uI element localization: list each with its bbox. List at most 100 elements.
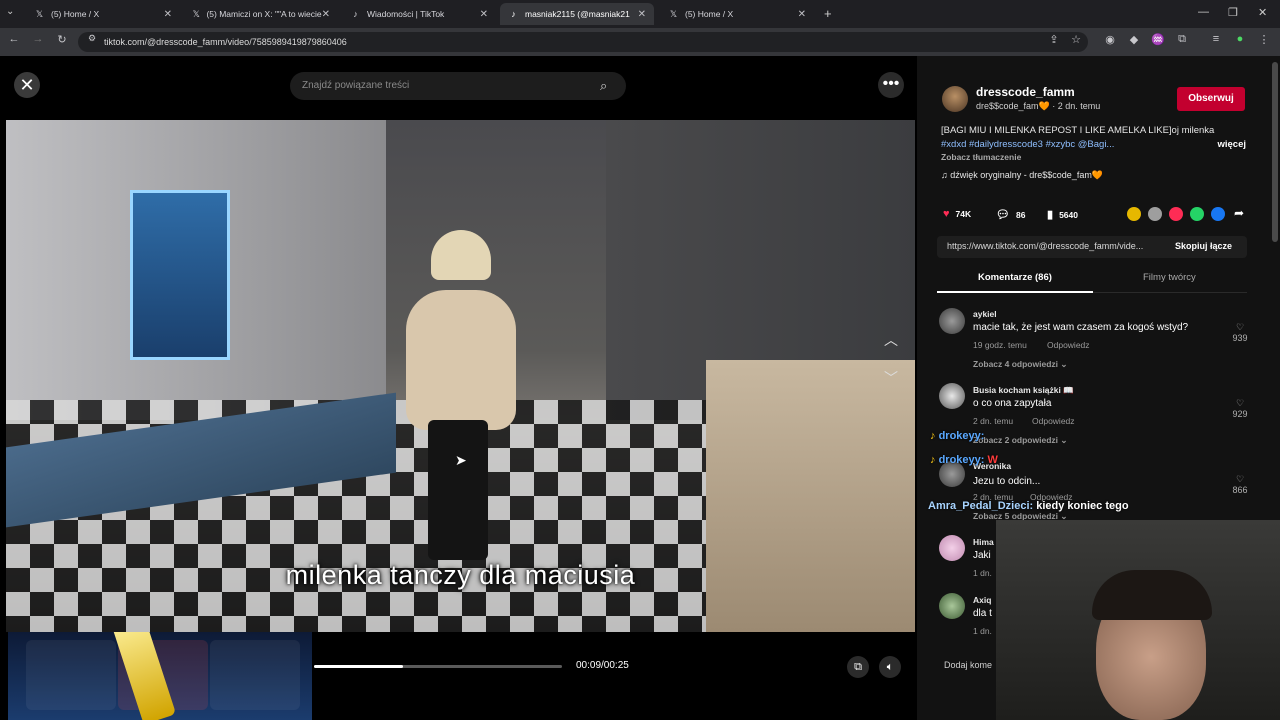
share-more-icon[interactable]: ➦	[1234, 206, 1244, 220]
extensions-puzzle-icon[interactable]: ⧉	[1174, 33, 1190, 46]
share-friends-icon[interactable]	[1148, 207, 1162, 221]
video-link[interactable]: https://www.tiktok.com/@dresscode_famm/v…	[947, 241, 1143, 251]
tab-title: masniak2115 (@masniak21	[525, 9, 630, 19]
tab-search-icon[interactable]: ⌄	[6, 6, 14, 17]
back-icon[interactable]: ←	[6, 33, 22, 45]
picture-in-picture-icon: ⧉	[854, 661, 862, 673]
close-icon[interactable]: ✕	[322, 9, 330, 20]
minimize-icon[interactable]: —	[1198, 6, 1209, 18]
stream-chat-message: ♪ drokeyy:	[930, 430, 984, 442]
menu-dots-icon[interactable]: ⋮	[1256, 33, 1272, 46]
tab-comments[interactable]: Komentarze (86)	[978, 272, 1052, 283]
browser-tab-2[interactable]: 𝕏 (5) Mamiczi on X: ""A to wiecie ✕	[184, 3, 338, 25]
heart-icon: ♥	[943, 208, 950, 220]
share-whatsapp-icon[interactable]	[1190, 207, 1204, 221]
video-player[interactable]: milenka tanczy dla maciusia	[6, 120, 915, 632]
comment-avatar[interactable]	[939, 383, 965, 409]
hashtags[interactable]: #xdxd #dailydresscode3 #xzybc @Bagi...	[941, 138, 1114, 152]
search-icon[interactable]: ⌕	[600, 78, 607, 94]
address-bar[interactable]: tiktok.com/@dresscode_famm/video/7585989…	[78, 32, 1088, 52]
x-logo-icon: 𝕏	[35, 8, 44, 19]
close-video-button[interactable]: ✕	[14, 72, 40, 98]
comment-user[interactable]: Hima	[973, 537, 994, 547]
media-control-icon[interactable]: ≡	[1208, 33, 1224, 45]
forward-icon[interactable]: →	[30, 33, 46, 45]
author-subline: dre$$code_fam🧡 · 2 dn. temu	[976, 101, 1101, 111]
streamer-webcam	[996, 520, 1280, 720]
install-icon[interactable]: ⇪	[1046, 33, 1062, 46]
copy-link-button[interactable]: Skopiuj łącze	[1175, 241, 1232, 251]
restore-icon[interactable]: ❐	[1228, 6, 1238, 19]
share-embed-icon[interactable]	[1127, 207, 1141, 221]
save-stat[interactable]: ▮ 5640	[1047, 208, 1078, 221]
close-icon[interactable]: ✕	[798, 9, 806, 20]
author-name[interactable]: dresscode_famm	[976, 85, 1075, 99]
comment-user[interactable]: Axiq	[973, 595, 991, 605]
add-comment-input[interactable]: Dodaj kome	[944, 660, 992, 670]
volume-button[interactable]: 🔈︎	[879, 656, 901, 678]
comment-like[interactable]: ♡ 929	[1228, 398, 1252, 419]
comment-like[interactable]: ♡ 939	[1228, 322, 1252, 343]
extension-icon[interactable]: ♒	[1150, 33, 1166, 46]
translate-link[interactable]: Zobacz tłumaczenie	[941, 152, 1021, 162]
previous-video-icon[interactable]: ︿	[880, 330, 902, 352]
scrollbar[interactable]	[1272, 62, 1278, 242]
comment-like[interactable]: ♡ 866	[1228, 474, 1252, 495]
view-replies-button[interactable]: Zobacz 2 odpowiedzi ⌄	[973, 435, 1068, 446]
comment-like-count: 929	[1232, 409, 1248, 419]
close-icon[interactable]: ✕	[164, 9, 172, 20]
more-options-button[interactable]: •••	[878, 72, 904, 98]
tab-title: (5) Home / X	[51, 9, 100, 19]
browser-tab-3[interactable]: ♪ Wiadomości | TikTok ✕	[342, 3, 496, 25]
comment-time: 2 dn. temu	[973, 416, 1014, 426]
tab-creator-videos[interactable]: Filmy twórcy	[1143, 272, 1196, 283]
more-button[interactable]: więcej	[1217, 138, 1246, 152]
reload-icon[interactable]: ↻	[54, 33, 70, 46]
extension-icon[interactable]: ◉	[1102, 33, 1118, 46]
share-repost-icon[interactable]	[1169, 207, 1183, 221]
comment-avatar[interactable]	[939, 308, 965, 334]
tiktok-icon: ♪	[353, 8, 358, 19]
profile-avatar-icon[interactable]: ●	[1232, 33, 1248, 45]
comment-avatar[interactable]	[939, 593, 965, 619]
like-stat[interactable]: ♥ 74K	[943, 208, 971, 220]
view-replies-button[interactable]: Zobacz 4 odpowiedzi ⌄	[973, 359, 1068, 370]
browser-tab-1[interactable]: 𝕏 (5) Home / X ✕	[26, 3, 180, 25]
related-search-input[interactable]: Znajdź powiązane treści	[290, 72, 626, 100]
chat-user: drokeyy:	[938, 430, 985, 442]
share-facebook-icon[interactable]	[1211, 207, 1225, 221]
site-info-icon[interactable]: ⚙	[84, 33, 100, 44]
bookmark-icon: ▮	[1047, 209, 1054, 221]
comment-icon: 💬︎	[996, 209, 1010, 221]
heart-outline-icon: ♡	[1235, 474, 1245, 484]
next-video-icon[interactable]: ﹀	[880, 368, 902, 390]
browser-tab-4[interactable]: ♪ masniak2115 (@masniak21 ✕	[500, 3, 654, 25]
close-icon[interactable]: ✕	[480, 9, 488, 20]
author-avatar[interactable]	[942, 86, 968, 112]
new-tab-icon[interactable]: +	[824, 6, 832, 21]
description-text: [BAGI MIU I MILENKA REPOST I LIKE AMELKA…	[941, 125, 1215, 136]
browser-tab-5[interactable]: 𝕏 (5) Home / X ✕	[660, 3, 814, 25]
window-close-icon[interactable]: ✕	[1258, 6, 1267, 19]
comment-user[interactable]: Busia kocham książki 📖	[973, 385, 1074, 396]
close-icon[interactable]: ✕	[638, 9, 646, 20]
reply-button[interactable]: Odpowiedz	[1032, 416, 1075, 426]
stream-chat-message: ♪ drokeyy: W	[930, 454, 998, 466]
active-tab-indicator	[937, 291, 1093, 293]
pip-button[interactable]: ⧉	[847, 656, 869, 678]
bookmark-star-icon[interactable]: ☆	[1068, 33, 1084, 46]
chat-user: Amra_Pedal_Dzieci:	[928, 500, 1034, 512]
video-caption: milenka tanczy dla maciusia	[285, 560, 636, 590]
video-frame-arcade-machine	[130, 190, 230, 360]
comment-stat[interactable]: 💬︎ 86	[996, 208, 1025, 221]
comment-like-count: 939	[1232, 333, 1248, 343]
comment-avatar[interactable]	[939, 535, 965, 561]
sound-link[interactable]: ♫ dźwięk oryginalny - dre$$code_fam🧡	[941, 170, 1103, 181]
mouse-cursor-icon: ➤	[455, 452, 467, 468]
follow-button[interactable]: Obserwuj	[1177, 87, 1245, 111]
comment-user[interactable]: aykiel	[973, 309, 997, 319]
chat-text: kiedy koniec tego	[1036, 500, 1129, 512]
progress-bar-fill	[314, 665, 404, 668]
reply-button[interactable]: Odpowiedz	[1047, 340, 1090, 350]
extension-icon[interactable]: ◆	[1126, 33, 1142, 46]
